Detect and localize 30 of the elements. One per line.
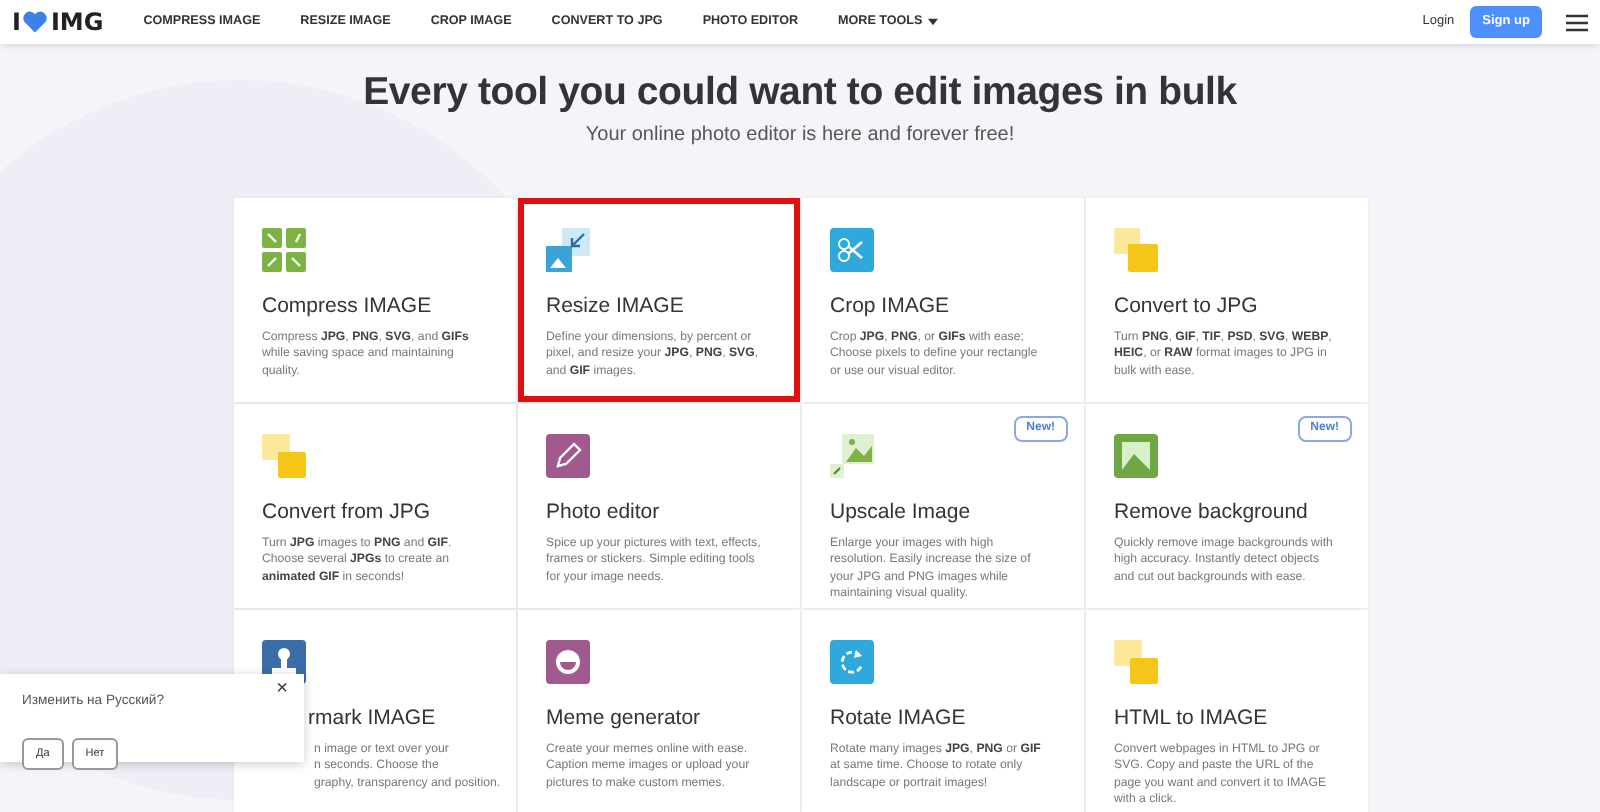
tool-title: Crop IMAGE bbox=[830, 292, 952, 322]
page-heading: Every tool you could want to edit images in bulk bbox=[361, 70, 1239, 117]
document-convert-icon bbox=[1114, 228, 1158, 272]
page-subtitle: Your online photo editor is here and forever free! bbox=[583, 122, 1017, 151]
tool-title: HTML to IMAGE bbox=[1114, 704, 1270, 734]
close-button[interactable]: × bbox=[276, 680, 288, 700]
tool-title: Resize IMAGE bbox=[546, 292, 686, 322]
tool-title: Photo editor bbox=[546, 498, 662, 528]
tool-title: rmark IMAGE bbox=[306, 704, 438, 734]
tool-title: Convert to JPG bbox=[1114, 292, 1260, 322]
image-enlarge-icon bbox=[830, 434, 874, 478]
menu-icon[interactable] bbox=[1566, 13, 1588, 31]
document-convert-icon bbox=[1114, 640, 1158, 684]
tool-title: Upscale Image bbox=[830, 498, 973, 528]
tool-title: Meme generator bbox=[546, 704, 703, 734]
scissors-icon bbox=[830, 228, 874, 272]
tool-title: Convert from JPG bbox=[262, 498, 433, 528]
tool-title: Rotate IMAGE bbox=[830, 704, 968, 734]
resize-image-icon bbox=[546, 228, 590, 272]
pencil-icon bbox=[546, 434, 590, 478]
image-cutout-icon bbox=[1114, 434, 1158, 478]
smiley-icon bbox=[546, 640, 590, 684]
four-arrows-icon bbox=[262, 228, 306, 272]
caret-icon bbox=[928, 17, 939, 26]
heart-icon bbox=[22, 10, 49, 34]
document-convert-icon bbox=[262, 434, 306, 478]
tool-title: Compress IMAGE bbox=[262, 292, 434, 322]
rotate-icon bbox=[830, 640, 874, 684]
tool-title: Remove background bbox=[1114, 498, 1310, 528]
logo[interactable]: I IMG bbox=[12, 4, 104, 40]
